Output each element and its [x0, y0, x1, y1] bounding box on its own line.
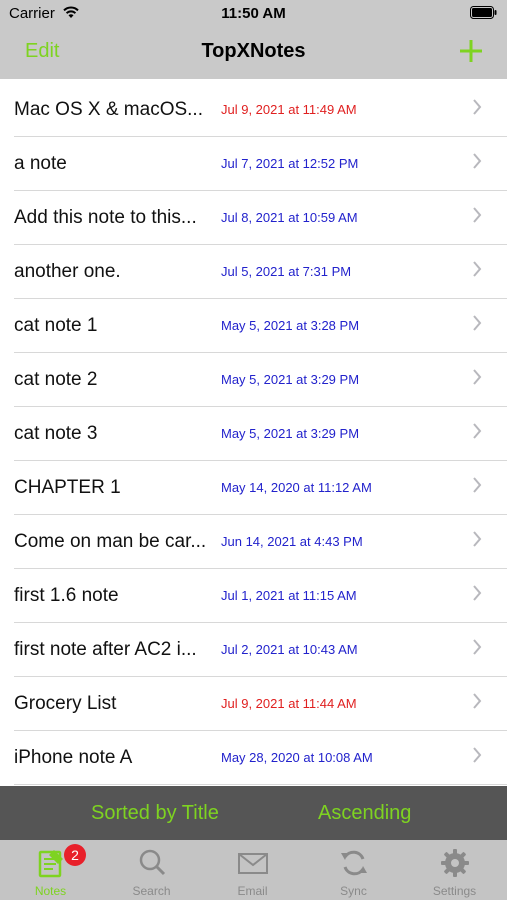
note-title: cat note 2 [14, 369, 98, 390]
note-row[interactable]: iPhone note A May 28, 2020 at 10:08 AM [0, 731, 507, 785]
note-title: cat note 1 [14, 315, 98, 336]
note-title: CHAPTER 1 [14, 477, 121, 498]
note-title: Come on man be car... [14, 531, 207, 552]
note-date: Jun 14, 2021 at 4:43 PM [221, 534, 363, 549]
note-row[interactable]: cat note 2 May 5, 2021 at 3:29 PM [0, 353, 507, 407]
note-date: May 5, 2021 at 3:29 PM [221, 372, 360, 387]
note-date: May 14, 2020 at 11:12 AM [221, 480, 372, 495]
note-date: Jul 8, 2021 at 10:59 AM [221, 210, 358, 225]
note-row[interactable]: cat note 1 May 5, 2021 at 3:28 PM [0, 299, 507, 353]
tab-label: Settings [432, 884, 477, 898]
tab-settings[interactable]: Settings [404, 840, 505, 900]
note-date: Jul 7, 2021 at 12:52 PM [221, 156, 359, 171]
notes-badge: 2 [64, 844, 86, 866]
status-bar: Carrier 11:50 AM [0, 0, 507, 28]
note-row[interactable]: another one. Jul 5, 2021 at 7:31 PM [0, 245, 507, 299]
chevron-right-icon [473, 207, 482, 223]
page-title: TopXNotes [201, 40, 306, 62]
sync-icon [341, 850, 367, 876]
note-date: Jul 9, 2021 at 11:49 AM [221, 102, 357, 117]
note-title: Grocery List [14, 693, 117, 714]
tab-notes[interactable]: 2 Notes [0, 840, 101, 900]
sort-order-button[interactable]: Ascending [318, 802, 411, 825]
note-title: a note [14, 153, 67, 174]
note-row[interactable]: cat note 3 May 5, 2021 at 3:29 PM [0, 407, 507, 461]
note-row[interactable]: Mac OS X & macOS... Jul 9, 2021 at 11:49 … [0, 83, 507, 137]
note-row[interactable]: Come on man be car... Jun 14, 2021 at 4:4… [0, 515, 507, 569]
note-title: cat note 3 [14, 423, 98, 444]
chevron-right-icon [473, 261, 482, 277]
gear-icon [441, 849, 469, 877]
tab-search[interactable]: Search [101, 840, 202, 900]
chevron-right-icon [473, 369, 482, 385]
tab-email[interactable]: Email [202, 840, 303, 900]
note-title: another one. [14, 261, 121, 282]
sort-bar: Sorted by Title Ascending [0, 786, 507, 840]
tab-bar: 2 Notes Search Email Sync Settings [0, 840, 507, 900]
notes-list: Mac OS X & macOS... Jul 9, 2021 at 11:49 … [0, 83, 507, 785]
note-date: May 5, 2021 at 3:28 PM [221, 318, 360, 333]
note-date: Jul 2, 2021 at 10:43 AM [221, 642, 358, 657]
note-title: iPhone note A [14, 747, 133, 768]
note-title: Add this note to this... [14, 207, 197, 228]
notes-icon [38, 850, 63, 878]
chevron-right-icon [473, 639, 482, 655]
status-time: 11:50 AM [221, 5, 286, 22]
note-title: first note after AC2 i... [14, 639, 197, 660]
envelope-icon [238, 853, 268, 874]
chevron-right-icon [473, 423, 482, 439]
note-row[interactable]: first note after AC2 i... Jul 2, 2021 at … [0, 623, 507, 677]
search-icon [139, 849, 166, 876]
tab-label: Notes [34, 884, 67, 898]
note-date: May 5, 2021 at 3:29 PM [221, 426, 360, 441]
chevron-right-icon [473, 747, 482, 763]
note-date: Jul 9, 2021 at 11:44 AM [221, 696, 357, 711]
battery-icon [470, 6, 497, 19]
note-row[interactable]: Add this note to this... Jul 8, 2021 at 1… [0, 191, 507, 245]
sort-by-button[interactable]: Sorted by Title [91, 802, 219, 825]
plus-icon[interactable] [459, 39, 483, 63]
note-row[interactable]: first 1.6 note Jul 1, 2021 at 11:15 AM [0, 569, 507, 623]
note-date: Jul 1, 2021 at 11:15 AM [221, 588, 357, 603]
chevron-right-icon [473, 693, 482, 709]
tab-label: Email [237, 884, 268, 898]
note-date: May 28, 2020 at 10:08 AM [221, 750, 373, 765]
chevron-right-icon [473, 153, 482, 169]
chevron-right-icon [473, 315, 482, 331]
header: Carrier 11:50 AM Edit TopXNotes [0, 0, 507, 79]
note-row[interactable]: a note Jul 7, 2021 at 12:52 PM [0, 137, 507, 191]
chevron-right-icon [473, 585, 482, 601]
note-title: first 1.6 note [14, 585, 119, 606]
note-title: Mac OS X & macOS... [14, 99, 203, 120]
nav-bar: Edit TopXNotes [0, 28, 507, 79]
tab-label: Search [132, 884, 171, 898]
note-row[interactable]: Grocery List Jul 9, 2021 at 11:44 AM [0, 677, 507, 731]
chevron-right-icon [473, 477, 482, 493]
tab-label: Sync [340, 884, 367, 898]
tab-sync[interactable]: Sync [303, 840, 404, 900]
note-row[interactable]: CHAPTER 1 May 14, 2020 at 11:12 AM [0, 461, 507, 515]
chevron-right-icon [473, 531, 482, 547]
chevron-right-icon [473, 99, 482, 115]
note-date: Jul 5, 2021 at 7:31 PM [221, 264, 352, 279]
